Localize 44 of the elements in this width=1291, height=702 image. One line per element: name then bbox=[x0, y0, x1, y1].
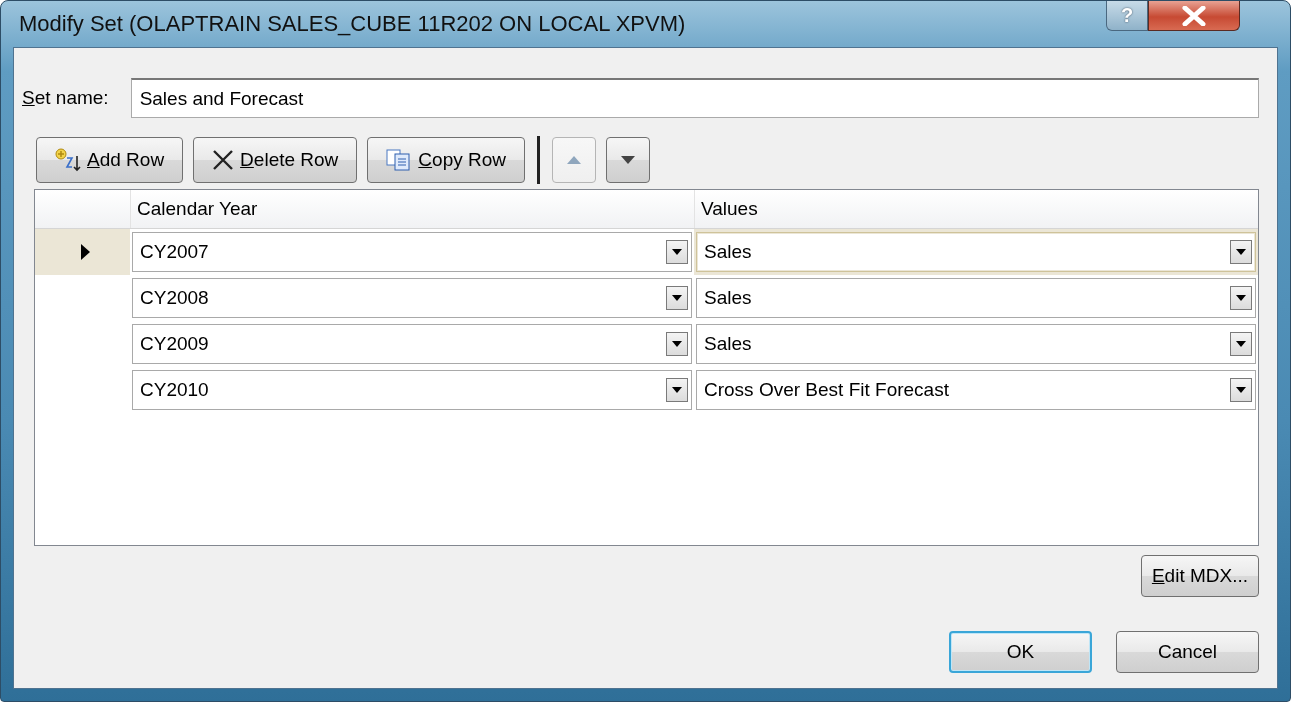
move-down-icon bbox=[621, 156, 635, 164]
add-row-icon bbox=[55, 148, 81, 172]
column-header: Calendar Year bbox=[130, 190, 694, 228]
dropdown-field[interactable]: Cross Over Best Fit Forecast bbox=[696, 370, 1256, 410]
dropdown-button[interactable] bbox=[666, 240, 688, 264]
dropdown-button[interactable] bbox=[666, 378, 688, 402]
copy-icon bbox=[386, 149, 413, 171]
caret-icon bbox=[672, 249, 682, 255]
dropdown-button[interactable] bbox=[1230, 378, 1252, 402]
dropdown-button[interactable] bbox=[666, 286, 688, 310]
dropdown-button[interactable] bbox=[1230, 332, 1252, 356]
dropdown-field[interactable]: Sales bbox=[696, 278, 1256, 318]
caret-icon bbox=[672, 295, 682, 301]
cancel-button[interactable]: Cancel bbox=[1116, 631, 1259, 673]
caret-icon bbox=[1236, 387, 1246, 393]
ok-button[interactable]: OK bbox=[949, 631, 1092, 673]
move-up-icon bbox=[567, 156, 581, 164]
move-down-button[interactable] bbox=[606, 137, 650, 183]
dropdown-field[interactable]: CY2008 bbox=[132, 278, 692, 318]
set-name-label: Set name: bbox=[22, 87, 109, 109]
dropdown-button[interactable] bbox=[1230, 286, 1252, 310]
column-header: Values bbox=[694, 190, 1258, 228]
edit-mdx-button[interactable]: Edit MDX... bbox=[1140, 555, 1259, 597]
delete-icon bbox=[212, 149, 235, 171]
close-button[interactable] bbox=[1148, 1, 1240, 31]
add-row-button[interactable]: Add Row bbox=[36, 137, 184, 183]
dropdown-field[interactable]: CY2007 bbox=[132, 232, 692, 272]
set-name-field[interactable]: Sales and Forecast bbox=[130, 78, 1259, 118]
dropdown-field[interactable]: Sales bbox=[696, 232, 1256, 272]
dropdown-field[interactable]: CY2010 bbox=[132, 370, 692, 410]
dropdown-button[interactable] bbox=[666, 332, 688, 356]
close-icon bbox=[1182, 5, 1206, 26]
dropdown-field[interactable]: CY2009 bbox=[132, 324, 692, 364]
caret-icon bbox=[1236, 341, 1246, 347]
caret-icon bbox=[672, 387, 682, 393]
dropdown-button[interactable] bbox=[1230, 240, 1252, 264]
delete-row-button[interactable]: Delete Row bbox=[193, 137, 358, 183]
dropdown-field[interactable]: Sales bbox=[696, 324, 1256, 364]
current-row-icon bbox=[81, 244, 90, 260]
caret-icon bbox=[1236, 295, 1246, 301]
copy-row-button[interactable]: Copy Row bbox=[367, 137, 525, 183]
window-title: Modify Set (OLAPTRAIN SALES_CUBE 11R202 ON LOCAL XPVM) bbox=[19, 11, 686, 37]
caret-icon bbox=[672, 341, 682, 347]
caret-icon bbox=[1236, 249, 1246, 255]
